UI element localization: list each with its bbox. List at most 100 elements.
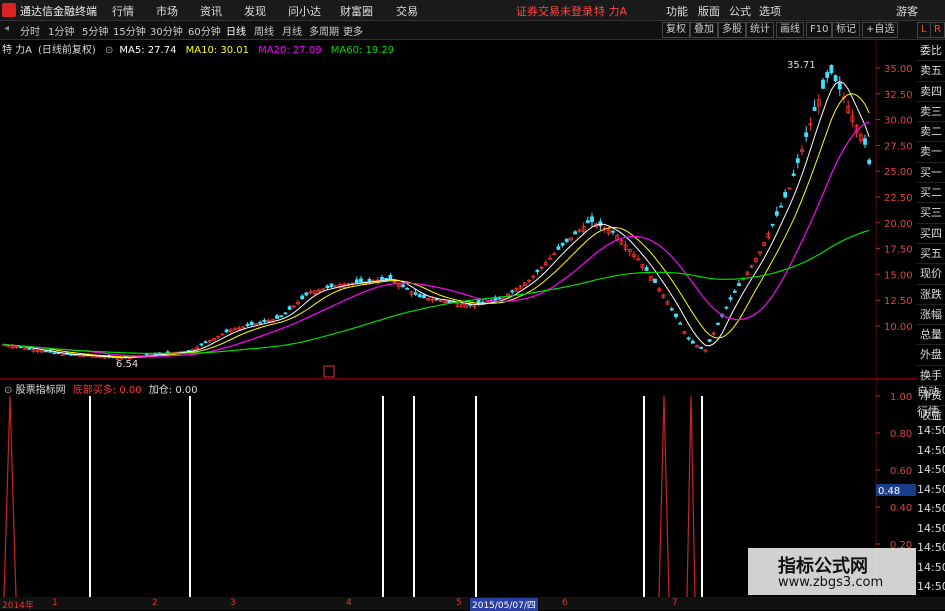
menu-item-formula[interactable]: 公式 — [729, 3, 751, 19]
app-name: 通达信金融终端 — [20, 5, 97, 18]
menu-item-news[interactable]: 资讯 — [200, 3, 222, 19]
current-stock: 特 力A — [594, 5, 628, 18]
draw-button[interactable]: 画线 — [776, 22, 804, 38]
menu-item-wealth[interactable]: 财富圈 — [340, 3, 373, 19]
candle-body — [287, 306, 292, 310]
watermark-url: www.zbgs3.com — [778, 575, 884, 590]
tab-period-daily[interactable]: 日线 — [226, 23, 246, 38]
login-status[interactable]: 证券交易未登录 — [516, 3, 593, 19]
r-button[interactable]: R — [930, 22, 945, 38]
ma10-line — [3, 93, 870, 358]
candle-body — [300, 295, 305, 300]
candle-body — [737, 283, 741, 287]
candles — [2, 64, 872, 361]
multi-stock-button[interactable]: 多股 — [718, 22, 746, 38]
candle-body — [52, 352, 57, 355]
tab-period-1min[interactable]: 1分钟 — [48, 23, 74, 38]
menu-item-guest[interactable]: 游客 — [896, 3, 918, 19]
candle-body — [405, 288, 410, 290]
ma60-label: MA60: 19.29 — [330, 45, 395, 56]
candle-body — [388, 274, 393, 280]
price-tick: 22.50 — [884, 193, 913, 204]
tab-period-timeshare[interactable]: 分时 — [20, 23, 40, 38]
date-tick: 3 — [230, 598, 236, 608]
tab-period-weekly[interactable]: 周线 — [254, 23, 274, 38]
current-value: 0.48 — [878, 486, 900, 497]
candle-body — [144, 353, 149, 356]
menu-item-quotes[interactable]: 行情 — [112, 3, 134, 19]
candle-body — [325, 285, 330, 289]
quote-row: 卖五 — [917, 61, 945, 82]
mark-button[interactable]: 标记 — [832, 22, 860, 38]
tab-period-more[interactable]: 更多 — [343, 23, 363, 38]
l-button[interactable]: L — [917, 22, 931, 38]
candle-body — [367, 279, 372, 282]
tab-period-30min[interactable]: 30分钟 — [150, 23, 183, 38]
candle-body — [224, 329, 229, 333]
candle-body — [413, 292, 418, 295]
candle-body — [535, 269, 540, 273]
candle-body — [770, 223, 775, 226]
candle-body — [359, 278, 363, 283]
tick-row: 14:50 — [917, 424, 945, 437]
indicator-axis: 1.000.800.600.400.20 — [876, 392, 912, 551]
candle-body — [774, 211, 779, 216]
candle-body — [707, 339, 712, 342]
stats-button[interactable]: 统计 — [746, 22, 774, 38]
buy-value: 0.00 — [119, 385, 142, 396]
f10-button[interactable]: F10 — [806, 22, 833, 38]
date-tick: 2 — [152, 598, 158, 608]
red-signal-spike — [658, 395, 670, 597]
menu-item-market[interactable]: 市场 — [156, 3, 178, 19]
nav-icon[interactable]: ◂ — [4, 23, 9, 34]
candle-body — [249, 321, 254, 326]
candle-body — [644, 267, 649, 271]
menu-item-layout[interactable]: 版面 — [698, 3, 720, 19]
candle-body — [564, 238, 569, 242]
menu-item-discover[interactable]: 发现 — [244, 3, 266, 19]
candle-body — [199, 343, 204, 346]
period-toolbar: ◂ 分时 1分钟 5分钟 15分钟 30分钟 60分钟 日线 周线 月线 多周期… — [0, 21, 945, 40]
quote-row: 委比 — [917, 41, 945, 62]
low-annotation: 6.54 — [116, 359, 138, 370]
menu-item-ask[interactable]: 问小达 — [288, 3, 321, 19]
candle-body — [611, 230, 615, 233]
menu-item-trade[interactable]: 交易 — [396, 3, 418, 19]
candle-body — [783, 191, 788, 198]
menu-item-function[interactable]: 功能 — [666, 3, 688, 19]
adjust-button[interactable]: 复权 — [662, 22, 690, 38]
tab-period-60min[interactable]: 60分钟 — [188, 23, 221, 38]
candle-body — [283, 312, 288, 315]
candle-body — [812, 106, 817, 111]
tab-period-15min[interactable]: 15分钟 — [113, 23, 146, 38]
date-axis: 2014年 1 2 3 4 5 2015/05/07/四 6 7 — [0, 597, 945, 611]
red-signal-spike — [3, 395, 17, 597]
price-tick: 25.00 — [884, 167, 913, 178]
add-favorite-button[interactable]: +自选 — [862, 22, 899, 38]
candle-body — [669, 308, 674, 311]
menu-item-options[interactable]: 选项 — [759, 3, 781, 19]
overlay-button[interactable]: 叠加 — [690, 22, 718, 38]
ma5-label: MA5: 27.74 — [119, 45, 177, 56]
candle-body — [44, 350, 48, 353]
tab-period-5min[interactable]: 5分钟 — [82, 23, 108, 38]
candle-body — [728, 297, 733, 300]
menu-bar: 通达信金融终端 行情 市场 资讯 发现 问小达 财富圈 交易 证券交易未登录 特… — [0, 0, 945, 21]
indicator-tick: 0.60 — [890, 466, 912, 477]
quote-row: 卖三 — [917, 102, 945, 123]
candle-body — [653, 278, 657, 284]
ma60-line — [3, 229, 870, 354]
candle-body — [422, 294, 426, 299]
tab-period-multi[interactable]: 多周期 — [309, 23, 339, 38]
settings-icon[interactable]: ⊙ — [4, 385, 12, 396]
quote-row: 买五 — [917, 244, 945, 265]
indicator-name[interactable]: 股票指标网 — [16, 385, 66, 396]
tick-row: 14:50 — [917, 521, 945, 535]
candle-body — [867, 159, 872, 164]
price-tick: 27.50 — [884, 141, 913, 152]
tick-row: 行情 — [917, 404, 939, 418]
candlestick-chart[interactable]: 35.00 32.50 30.00 27.50 25.00 22.50 20.00 17.50… — [0, 40, 917, 378]
tab-period-monthly[interactable]: 月线 — [282, 23, 302, 38]
candle-body — [837, 82, 842, 90]
gear-icon[interactable]: ⊙ — [105, 45, 113, 56]
